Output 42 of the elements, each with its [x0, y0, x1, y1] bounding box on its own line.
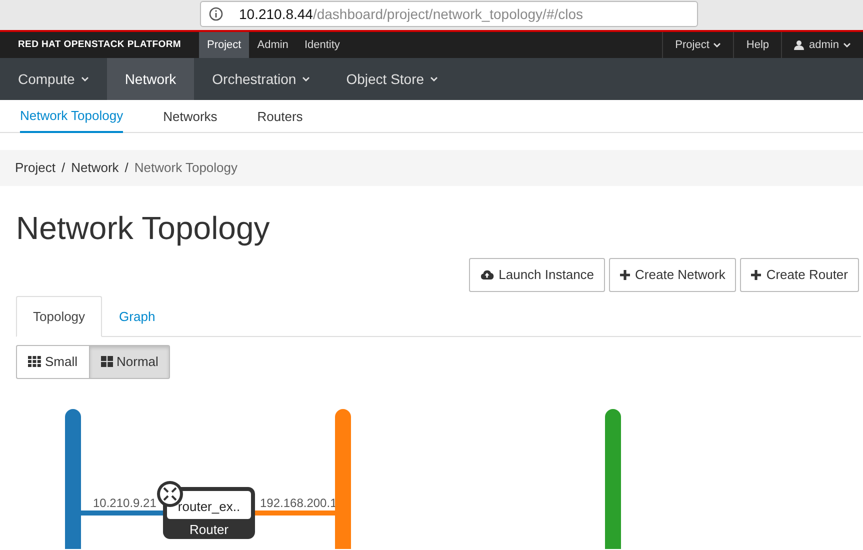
- ip-address-label: 10.210.9.21: [93, 496, 156, 510]
- nav-tab[interactable]: Object Store: [328, 58, 456, 100]
- caret-icon: [843, 42, 851, 48]
- info-icon: [209, 7, 223, 21]
- view-tab[interactable]: Graph: [102, 296, 172, 337]
- breadcrumb-link[interactable]: Network: [71, 158, 119, 178]
- router-type-label: Router: [189, 522, 229, 536]
- nav-tab[interactable]: Orchestration: [194, 58, 328, 100]
- subnav-tab[interactable]: Routers: [257, 100, 303, 133]
- breadcrumb-current: Network Topology: [134, 159, 238, 178]
- url-text: 10.210.8.44/dashboard/project/network_topology/#/clos: [239, 4, 584, 24]
- breadcrumb-separator: /: [61, 159, 66, 178]
- action-button[interactable]: Create Router: [740, 258, 859, 292]
- subnav-tab[interactable]: Networks: [163, 100, 218, 133]
- nav-tab[interactable]: Network: [106, 58, 194, 100]
- small-grid-icon: [28, 356, 41, 368]
- nav-tab[interactable]: Project: [199, 32, 250, 58]
- nav-tab[interactable]: Compute: [0, 58, 107, 100]
- action-button[interactable]: Create Network: [609, 258, 736, 292]
- network-bar[interactable]: [65, 408, 81, 548]
- ip-address-label: 192.168.200.1: [260, 496, 337, 510]
- breadcrumb-link[interactable]: Project: [15, 158, 56, 178]
- view-size-toggle[interactable]: Small: [16, 345, 90, 378]
- address-bar[interactable]: 10.210.8.44/dashboard/project/network_topology/#/clos: [200, 1, 698, 27]
- nav-tab[interactable]: Identity: [296, 32, 348, 58]
- action-button[interactable]: Launch Instance: [468, 258, 606, 292]
- large-grid-icon: [100, 356, 113, 368]
- view-size-toggle[interactable]: Normal: [88, 345, 170, 378]
- user-icon: [794, 40, 804, 50]
- breadcrumb-separator: /: [124, 159, 128, 178]
- caret-icon: [713, 42, 722, 48]
- page-title: Network Topology: [16, 209, 271, 248]
- plus-icon: [620, 270, 630, 280]
- nav-tab[interactable]: Admin: [249, 32, 296, 58]
- brand-logo-text: RED HAT OPENSTACK PLATFORM: [17, 38, 182, 52]
- subnav-tab[interactable]: Network Topology: [20, 100, 124, 133]
- view-tab[interactable]: Topology: [16, 296, 102, 337]
- router-name: router_ex..: [178, 498, 240, 514]
- plus-icon: [751, 270, 762, 280]
- network-bar[interactable]: [335, 408, 351, 548]
- network-bar[interactable]: [605, 408, 621, 548]
- cloud-upload-icon: [480, 269, 494, 280]
